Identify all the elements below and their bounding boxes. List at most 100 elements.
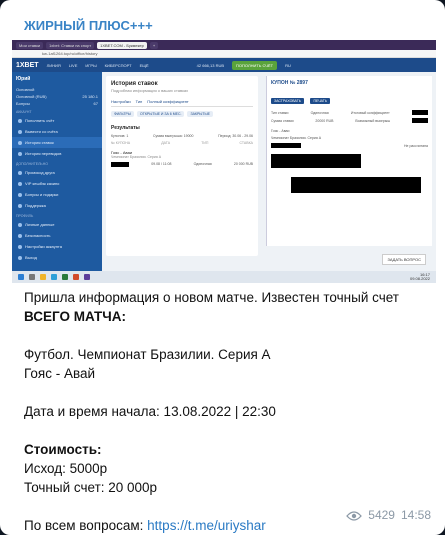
site-logo[interactable]: 1XBET (16, 62, 39, 69)
message-line: Стоимость: (24, 442, 102, 457)
message-line: ВСЕГО МАТЧА: (24, 309, 127, 324)
sidebar-item-promo[interactable]: Промокод друга (12, 167, 102, 178)
coupon-status: Не рассчитана (404, 143, 428, 148)
insure-button[interactable]: ЗАСТРАХОВАТЬ (271, 98, 305, 104)
sidebar-item-personal[interactable]: Личные данные (12, 219, 102, 230)
site-navbar: 1XBET ЛИНИЯ LIVE ИГРЫ КИБЕРСПОРТ ЕЩЁ 42 … (12, 58, 436, 72)
excel-icon[interactable] (62, 274, 68, 280)
column-header: СТАВКА (239, 141, 253, 145)
sidebar-item-withdraw[interactable]: Вывести со счёта (12, 126, 102, 137)
nav-item[interactable]: LIVE (69, 63, 78, 68)
page-subtitle: Подробная информация о ваших ставках (111, 88, 189, 93)
contact-link[interactable]: https://t.me/uriyshar (147, 518, 266, 533)
start-icon[interactable] (18, 274, 24, 280)
sidebar-item-settings[interactable]: Настройки аккаунта (12, 241, 102, 252)
sidebar-item-transfer-history[interactable]: История переводов (12, 148, 102, 159)
page-title: История ставок (111, 81, 158, 87)
league-name: Чемпионат Бразилии. Серия А (111, 155, 162, 159)
circle-icon (18, 140, 22, 145)
filter-period[interactable]: ОТКРЫТЫЕ И ЗА 6 МЕС. (137, 111, 185, 117)
sidebar-item-label: Настройки аккаунта (25, 244, 62, 249)
print-button[interactable]: ПЕЧАТЬ (310, 98, 331, 104)
results-coupons: Купонов: 1 (111, 134, 129, 138)
sidebar-item-label: Вывести со счёта (25, 129, 58, 134)
filter-closed[interactable]: ЗАКРЫТЫЕ (187, 111, 213, 117)
balance-label: Основной (RUB) (16, 94, 47, 99)
sidebar-item-label: Бонусы и подарки (25, 192, 59, 197)
coupon-label: Тип ставки (271, 110, 289, 115)
sidebar-item-label: Безопасность (25, 233, 51, 238)
nav-item[interactable]: КИБЕРСПОРТ (105, 63, 132, 68)
os-taskbar (12, 271, 436, 283)
bet-amount: 20 000 RUB (233, 162, 253, 166)
redacted-block (411, 110, 428, 115)
message-line: Футбол. Чемпионат Бразилии. Серия А (24, 347, 271, 362)
sidebar-item-label: Промокод друга (25, 170, 55, 175)
circle-icon (18, 203, 22, 208)
sidebar-item-label: История ставок (25, 140, 54, 145)
redacted-block (411, 118, 428, 123)
message-line: Гояс - Авай (24, 366, 96, 381)
results-summary: Купонов: 1 Сумма выигрыша: 19000 Период:… (111, 134, 253, 138)
circle-icon (18, 118, 22, 123)
browser-tab[interactable]: Мои ставки (16, 41, 44, 49)
sidebar-item-vip[interactable]: VIP кешбэк казино (12, 178, 102, 189)
contact-prefix: По всем вопросам: (24, 518, 148, 533)
sidebar-item-logout[interactable]: Выход (12, 252, 102, 263)
message-meta: 5429 14:58 (346, 508, 431, 522)
sidebar-item-label: Личные данные (25, 222, 55, 227)
channel-name[interactable]: ЖИРНЫЙ ПЛЮС+++ (24, 18, 153, 33)
results-title: Результаты (111, 125, 140, 131)
table-row[interactable]: Гояс - Аваи Чемпионат Бразилии. Серия А … (111, 150, 253, 167)
filter-button[interactable]: ФИЛЬТРЫ (111, 111, 134, 117)
tab-settings[interactable]: Настройки (111, 99, 131, 104)
coupon-value: 20000 RUB (315, 118, 334, 123)
message-time: 14:58 (400, 508, 431, 522)
telegram-icon[interactable] (51, 274, 57, 280)
new-tab-button[interactable]: + (149, 41, 159, 49)
filter-bar: ФИЛЬТРЫ ОТКРЫТЫЕ И ЗА 6 МЕС. ЗАКРЫТЫЕ (111, 111, 253, 117)
redacted-block (111, 162, 129, 167)
ask-question-button[interactable]: ЗАДАТЬ ВОПРОС (382, 254, 426, 265)
circle-icon (18, 170, 22, 175)
coupon-match: Гояс - Аваи (271, 129, 290, 133)
attached-screenshot[interactable]: Мои ставки 1xbet: Ставки на спорт 1XBET.… (12, 40, 436, 283)
sidebar-item-support[interactable]: Поддержка (12, 200, 102, 211)
folder-icon[interactable] (40, 274, 46, 280)
nav-item[interactable]: ЛИНИЯ (47, 63, 61, 68)
balance-value: 25 180.1 (82, 94, 98, 99)
sidebar-item-security[interactable]: Безопасность (12, 230, 102, 241)
message-line: Дата и время начала: 13.08.2022 | 22:30 (24, 404, 276, 419)
nav-item[interactable]: ЕЩЁ (140, 63, 149, 68)
coupon-label: Итоговый коэффициент (350, 110, 390, 115)
tab-coefficient[interactable]: Полный коэффициент (147, 99, 188, 104)
tab-type[interactable]: Тип (136, 99, 143, 104)
search-icon[interactable] (29, 274, 35, 280)
browser-icon[interactable] (73, 274, 79, 280)
app-icon[interactable] (84, 274, 90, 280)
browser-tab[interactable]: 1XBET.COM - Букмекер (97, 41, 147, 49)
url-bar[interactable]: kw-1af1264.top/ru/office/history (12, 50, 436, 58)
sidebar-item-deposit[interactable]: Пополнить счёт (12, 115, 102, 126)
results-winnings: Сумма выигрыша: 19000 (152, 134, 194, 138)
sidebar-item-bonuses[interactable]: Бонусы и подарки (12, 189, 102, 200)
browser-tab[interactable]: 1xbet: Ставки на спорт (46, 41, 95, 49)
nav-item[interactable]: ИГРЫ (85, 63, 96, 68)
sidebar-item-label: История переводов (25, 151, 62, 156)
message-bubble: ЖИРНЫЙ ПЛЮС+++ Мои ставки 1xbet: Ставки … (0, 0, 445, 535)
sidebar-item-bet-history[interactable]: История ставок (12, 137, 102, 148)
deposit-button[interactable]: ПОПОЛНИТЬ СЧЁТ (232, 60, 278, 70)
language-select[interactable]: RU (285, 63, 291, 68)
redacted-block (271, 143, 301, 148)
bet-date: 09.08 / 11:08 (151, 162, 172, 166)
bonus-value: 67 (93, 101, 98, 106)
circle-icon (18, 255, 22, 260)
menu-section-profile: Профиль (16, 214, 34, 218)
menu-section-account: Аккаунт (16, 110, 32, 114)
history-tabs: Настройки Тип Полный коэффициент (111, 99, 253, 107)
sidebar-item-label: Выход (25, 255, 37, 260)
browser-tabbar: Мои ставки 1xbet: Ставки на спорт 1XBET.… (12, 40, 436, 50)
table-header: № КУПОНА ДАТА ТИП СТАВКА (111, 141, 253, 145)
coupon-league: Чемпионат Бразилии. Серия А (271, 136, 322, 140)
menu-section-extra: Дополнительно (16, 162, 48, 166)
